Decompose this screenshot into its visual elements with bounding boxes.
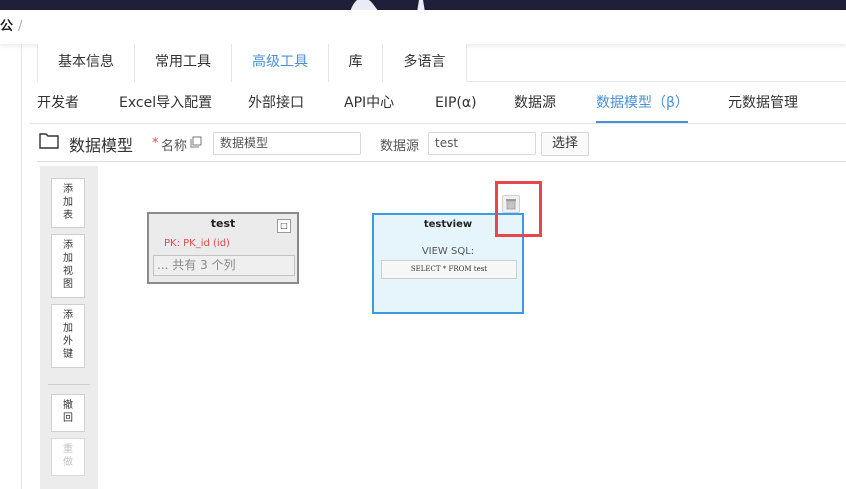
required-mark: * [152,136,159,151]
page-title: 数据模型 [69,136,134,155]
table-node[interactable]: test □ PK: PK_id (id) ... 共有 3 个列 [147,212,299,284]
breadcrumb-separator: / [18,19,23,34]
tab-library[interactable]: 库 [328,44,383,82]
primary-key-text: PK: PK_id (id) [164,238,230,249]
tab-metadata[interactable]: 元数据管理 [728,84,798,123]
tab-multilanguage[interactable]: 多语言 [382,44,467,82]
undo-label: 撤回 [63,400,73,424]
main-tabs: 基本信息 常用工具 高级工具 库 多语言 [37,44,846,82]
add-table-button[interactable]: 添加表 [51,178,85,228]
sidebar-divider [48,384,90,385]
tab-datasource[interactable]: 数据源 [514,84,556,123]
view-sql-text: SELECT * FROM test [381,260,517,279]
tab-api-center[interactable]: API中心 [344,84,394,123]
add-foreign-key-button[interactable]: 添加外键 [51,304,85,368]
sub-tabs: 开发者 Excel导入配置 外部接口 API中心 EIP(α) 数据源 数据模型… [30,84,846,124]
redo-label: 重做 [63,444,73,468]
datasource-input[interactable]: test [428,132,536,155]
top-banner [0,0,846,10]
columns-summary[interactable]: ... 共有 3 个列 [153,255,295,276]
left-divider [21,44,22,489]
add-view-button[interactable]: 添加视图 [51,234,85,298]
view-sql-label: VIEW SQL: [421,246,475,257]
name-label: 名称 [161,139,188,154]
tab-eip[interactable]: EIP(α) [435,84,477,123]
highlight-box [495,181,542,237]
tab-external-interface[interactable]: 外部接口 [248,84,304,123]
name-input[interactable]: 数据模型 [213,132,361,155]
breadcrumb-item[interactable]: 公 [0,19,13,34]
tab-data-model[interactable]: 数据模型（β） [596,84,689,123]
tab-excel-import[interactable]: Excel导入配置 [119,84,212,123]
model-toolbar: 数据模型 * 名称 数据模型 数据源 test 选择 [37,124,846,162]
datasource-label: 数据源 [380,139,420,154]
redo-button[interactable]: 重做 [51,438,85,476]
model-canvas[interactable]: 添加表 添加视图 添加外键 撤回 重做 test □ PK: PK_id (id… [37,161,846,489]
copy-icon[interactable] [190,136,202,148]
banner-illustration-icon [350,0,425,10]
breadcrumb: 公 / [0,10,846,44]
add-foreign-key-label: 添加外键 [63,310,73,360]
add-view-label: 添加视图 [63,240,73,290]
canvas-sidebar: 添加表 添加视图 添加外键 撤回 重做 [40,166,98,489]
tab-common-tools[interactable]: 常用工具 [134,44,232,82]
tab-developer[interactable]: 开发者 [37,84,79,123]
table-title: test [210,217,236,230]
add-table-label: 添加表 [63,184,73,221]
collapse-button[interactable]: □ [277,219,291,233]
select-button[interactable]: 选择 [541,132,589,156]
tab-advanced-tools[interactable]: 高级工具 [231,44,329,82]
undo-button[interactable]: 撤回 [51,394,85,432]
tab-basic-info[interactable]: 基本信息 [37,44,135,82]
folder-icon [39,133,59,149]
